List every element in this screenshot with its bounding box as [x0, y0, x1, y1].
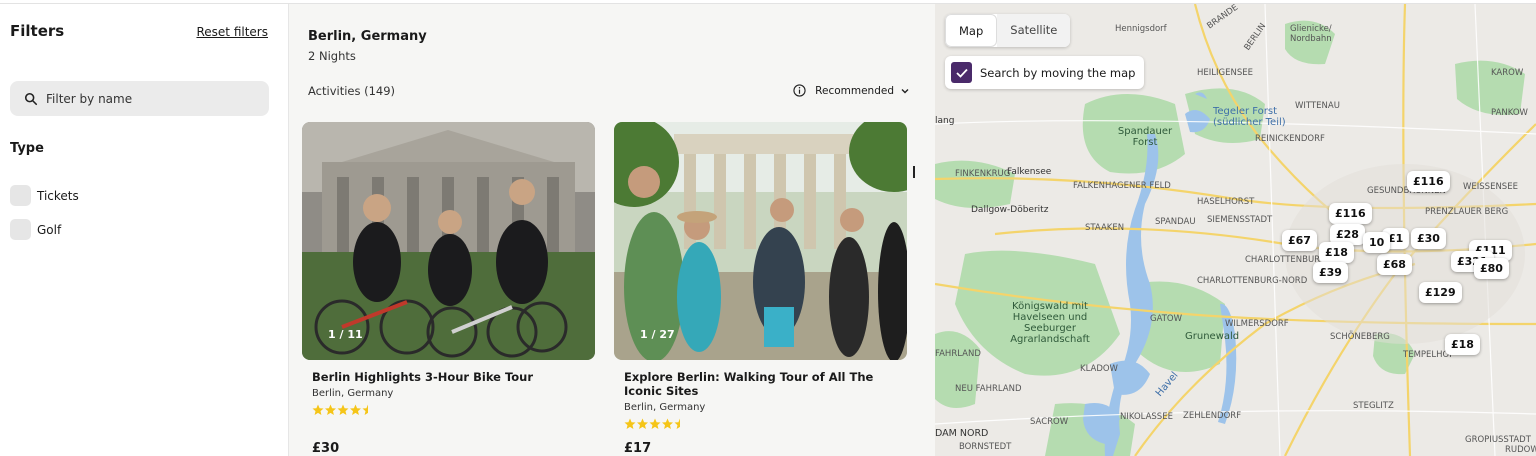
checkmark-icon — [955, 68, 968, 78]
place-label-spandauer-forst: Spandauer Forst — [1117, 126, 1173, 148]
place-label-schoeneberg: SCHÖNEBERG — [1330, 332, 1390, 342]
activity-card[interactable]: 1 / 11 Berlin Highlights 3-Hour Bike Tou… — [302, 122, 595, 456]
price-pin[interactable]: £18 — [1445, 334, 1480, 355]
place-label-steglitz: STEGLITZ — [1353, 401, 1394, 411]
type-option-golf[interactable]: Golf — [10, 219, 61, 240]
place-label-haselhorst: HASELHORST — [1197, 197, 1255, 207]
map-type-toggle[interactable]: Map Satellite — [945, 14, 1071, 47]
place-label-gatow: GATOW — [1150, 314, 1183, 324]
search-icon — [24, 92, 38, 105]
map-panel[interactable]: Hennigsdorf Glienicke/ Nordbahn HEILIGEN… — [935, 4, 1536, 456]
bike-tour-photo — [302, 122, 595, 360]
scroll-indicator — [913, 166, 915, 178]
filters-sidebar: Filters Reset filters Type Tickets Golf — [0, 4, 289, 456]
stars-icon — [624, 418, 680, 429]
sort-label: Recommended — [815, 84, 894, 97]
place-label-prenzlauer-berg: PRENZLAUER BERG — [1425, 207, 1509, 217]
satellite-tab[interactable]: Satellite — [997, 14, 1071, 47]
price-pin[interactable]: £80 — [1474, 258, 1509, 279]
info-icon[interactable] — [793, 84, 806, 97]
place-label-spandau: SPANDAU — [1155, 217, 1196, 227]
place-label-grunewald: Grunewald — [1185, 331, 1240, 342]
map-tab[interactable]: Map — [945, 14, 998, 47]
chevron-down-icon — [901, 88, 909, 93]
reset-filters-link[interactable]: Reset filters — [196, 25, 268, 39]
place-label-bornstedt: BORNSTEDT — [959, 442, 1012, 452]
activity-photo[interactable]: 1 / 27 — [614, 122, 907, 360]
price-pin[interactable]: £39 — [1313, 262, 1348, 283]
activity-card[interactable]: 1 / 27 Explore Berlin: Walking Tour of A… — [614, 122, 907, 456]
photo-counter: 1 / 11 — [328, 328, 363, 341]
activities-count: Activities (149) — [308, 84, 396, 98]
photo-counter: 1 / 27 — [640, 328, 675, 341]
place-label-zehlendorf: ZEHLENDORF — [1183, 411, 1242, 421]
activity-location: Berlin, Germany — [312, 388, 394, 399]
tickets-checkbox[interactable] — [10, 185, 31, 206]
price-pin[interactable]: £116 — [1329, 203, 1372, 224]
place-label-glienicke: Glienicke/ Nordbahn — [1290, 24, 1332, 44]
search-by-moving-map-toggle[interactable]: Search by moving the map — [945, 56, 1144, 89]
place-label-lang: lang — [935, 116, 955, 126]
place-label-staaken: STAAKEN — [1085, 223, 1125, 233]
place-label-siemensstadt: SIEMENSSTADT — [1207, 215, 1273, 225]
price-pin[interactable]: £68 — [1377, 254, 1412, 275]
type-heading: Type — [10, 141, 44, 156]
price-pin[interactable]: £18 — [1319, 242, 1354, 263]
place-label-wittenau: WITTENAU — [1295, 101, 1340, 111]
tickets-label: Tickets — [37, 188, 79, 203]
place-label-fahrland: FAHRLAND — [935, 349, 981, 359]
place-label-charlottenburg-nord: CHARLOTTENBURG-NORD — [1197, 276, 1308, 286]
activity-title[interactable]: Explore Berlin: Walking Tour of All The … — [624, 370, 889, 398]
filters-title: Filters — [10, 22, 65, 40]
place-label-neu-fahrland: NEU FAHRLAND — [955, 384, 1022, 394]
star-rating — [312, 404, 595, 416]
price-pin[interactable]: 10 — [1363, 232, 1391, 253]
filter-by-name-input[interactable] — [46, 91, 246, 106]
place-label-falkensee: Falkensee — [1007, 167, 1052, 177]
price-pin[interactable]: £67 — [1282, 230, 1317, 251]
sort-dropdown[interactable]: Recommended — [793, 84, 910, 97]
nights-label: 2 Nights — [308, 49, 356, 63]
search-moving-label: Search by moving the map — [980, 65, 1136, 80]
activity-title[interactable]: Berlin Highlights 3-Hour Bike Tour — [312, 370, 577, 384]
golf-label: Golf — [37, 222, 62, 237]
place-label-gropiusstadt: GROPIUSSTADT — [1465, 435, 1531, 445]
golf-checkbox[interactable] — [10, 219, 31, 240]
price-pin[interactable]: £129 — [1419, 282, 1462, 303]
place-label-karow: KAROW — [1491, 68, 1524, 78]
place-label-reinickendorf: REINICKENDORF — [1255, 134, 1325, 144]
type-option-tickets[interactable]: Tickets — [10, 185, 79, 206]
place-label-pankow: PANKOW — [1491, 108, 1528, 118]
place-label-falkenhagener-feld: FALKENHAGENER FELD — [1073, 181, 1171, 191]
price-pin[interactable]: £30 — [1411, 228, 1446, 249]
place-label-wilmersdorf: WILMERSDORF — [1225, 319, 1289, 329]
place-label-dam-nord: DAM NORD — [935, 428, 989, 439]
activity-photo[interactable]: 1 / 11 — [302, 122, 595, 360]
place-label-tegeler-forst: Tegeler Forst (südlicher Teil) — [1213, 106, 1286, 128]
activity-price: £17 — [624, 441, 652, 456]
place-label-rudow: RUDOW — [1505, 445, 1536, 455]
filter-by-name-field[interactable] — [10, 81, 269, 116]
place-label-finkenkrug: FINKENKRUG — [955, 169, 1011, 179]
results-panel: Berlin, Germany 2 Nights Activities (149… — [289, 4, 935, 456]
search-moving-checkbox[interactable] — [951, 62, 972, 83]
place-label-hennigsdorf: Hennigsdorf — [1115, 24, 1167, 34]
star-rating — [624, 418, 907, 430]
place-label-kladow: KLADOW — [1080, 364, 1118, 374]
place-label-koenigswald: Königswald mit Havelseen und Seeburger A… — [1010, 301, 1090, 345]
stars-icon — [312, 404, 368, 415]
place-label-nikolassee: NIKOLASSEE — [1120, 412, 1173, 422]
destination-title: Berlin, Germany — [308, 29, 427, 44]
place-label-heiligensee: HEILIGENSEE — [1197, 68, 1253, 78]
price-pin[interactable]: £116 — [1407, 171, 1450, 192]
place-label-dallgow: Dallgow-Döberitz — [971, 205, 1049, 215]
activity-price: £30 — [312, 441, 340, 456]
walking-tour-photo — [614, 122, 907, 360]
place-label-weissensee: WEISSENSEE — [1463, 182, 1518, 192]
place-label-sacrow: SACROW — [1030, 417, 1069, 427]
activity-location: Berlin, Germany — [624, 402, 706, 413]
